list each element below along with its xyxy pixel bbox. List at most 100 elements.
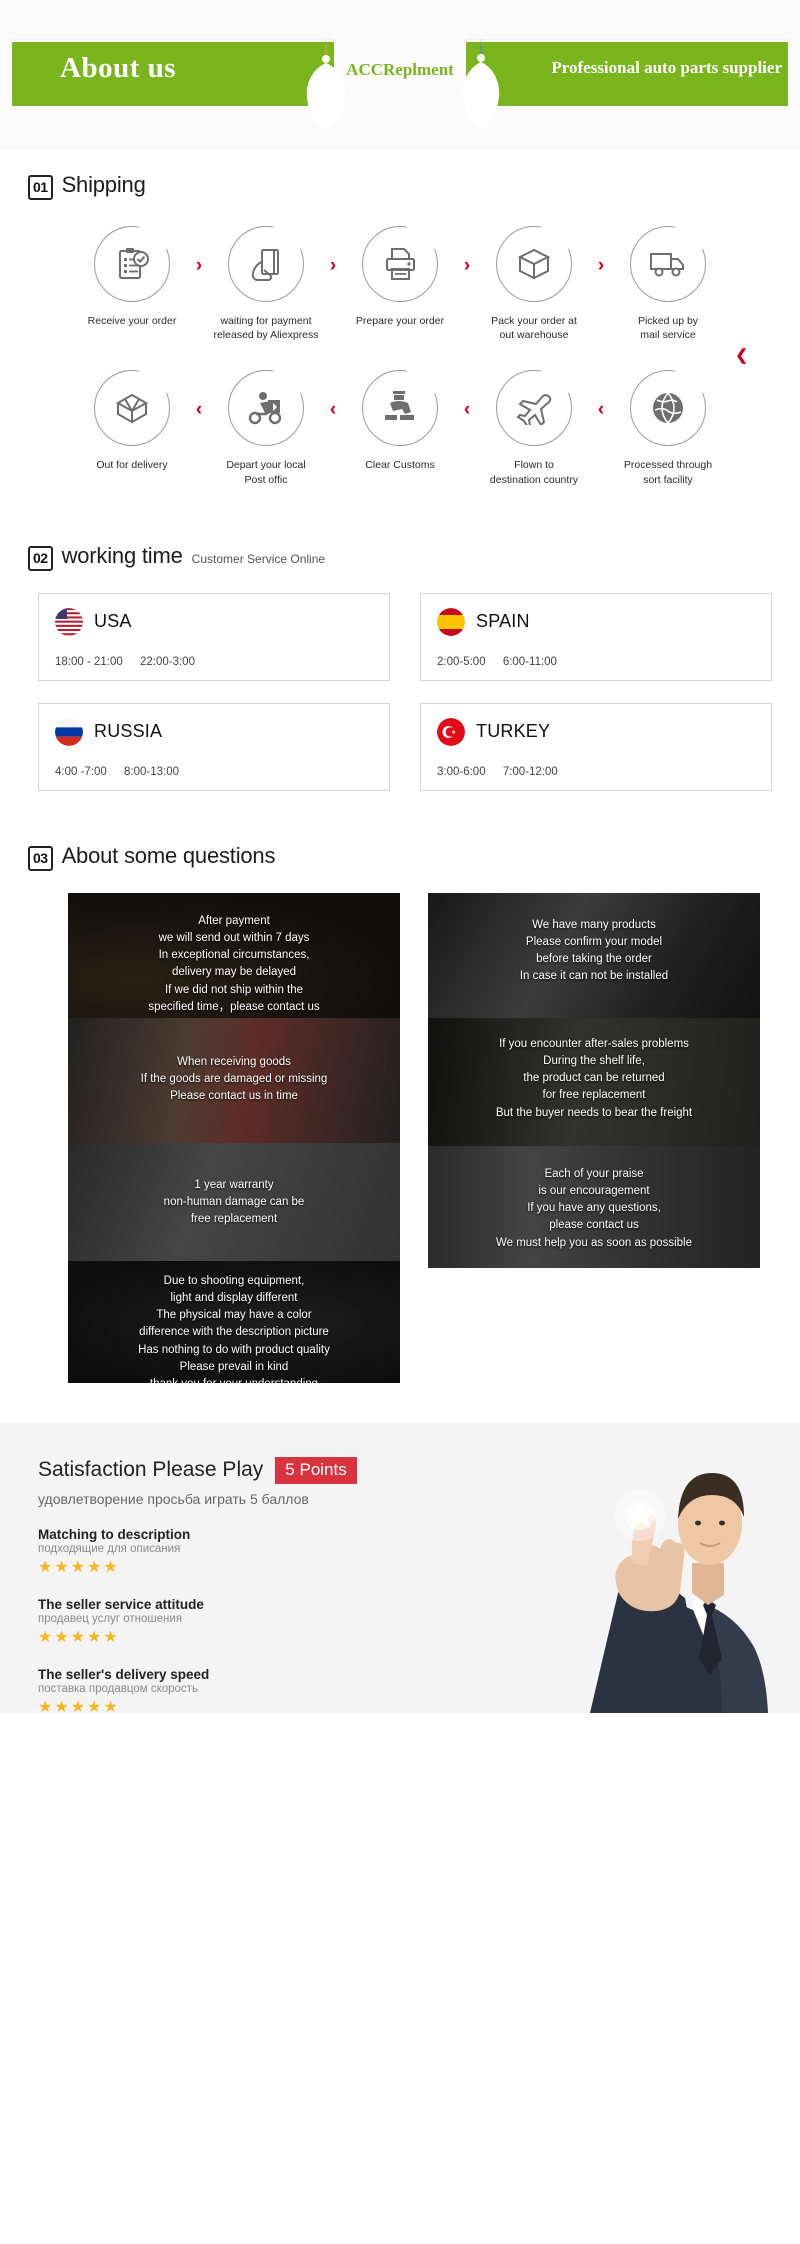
- faq-card: Due to shooting equipment, light and dis…: [68, 1260, 400, 1383]
- step-label: Out for delivery: [96, 459, 168, 472]
- faq-columns: After payment we will send out within 7 …: [0, 871, 800, 1383]
- step-circle: [496, 370, 572, 447]
- country-name: TURKEY: [476, 721, 551, 742]
- hours-slot: 18:00 - 21:00: [55, 655, 123, 668]
- working-time-heading: 02 working time Customer Service Online: [0, 543, 800, 571]
- product-description-page: About us Professional auto parts supplie…: [0, 0, 800, 1713]
- faq-card-text: Due to shooting equipment, light and dis…: [138, 1274, 330, 1383]
- rating-row: Matching to description подходящие для о…: [38, 1527, 430, 1577]
- hours-slot: 22:00-3:00: [139, 655, 195, 668]
- satisfaction-title: Satisfaction Please Play: [38, 1458, 264, 1482]
- airplane-icon: [516, 394, 552, 426]
- faq-column-right: We have many products Please confirm you…: [428, 892, 760, 1268]
- shipping-steps-row-2: Out for delivery ‹ Depart your local Pos…: [0, 370, 800, 486]
- rating-row: The seller's delivery speed поставка про…: [38, 1667, 430, 1713]
- shipping-step: waiting for payment released by Aliexpre…: [210, 226, 322, 342]
- rating-label-en: The seller's delivery speed: [38, 1667, 210, 1683]
- working-time-card-usa: USA 18:00 - 21:00 22:00-3:00: [38, 592, 390, 681]
- working-hours: 4:00 -7:00 8:00-13:00: [55, 766, 373, 778]
- hand-card-icon: [251, 249, 279, 281]
- page-header: About us Professional auto parts supplie…: [0, 0, 800, 150]
- country-name: USA: [94, 611, 132, 632]
- working-hours: 2:00-5:00 6:00-11:00: [437, 656, 755, 668]
- worktime-section-title: working time: [61, 542, 183, 568]
- hours-slot: 4:00 -7:00: [55, 765, 107, 778]
- flow-arrow-right-icon: ›: [329, 255, 337, 276]
- step-circle: [228, 370, 304, 447]
- open-box-icon: [115, 394, 149, 425]
- flag-russia-icon: [55, 717, 83, 746]
- satisfaction-content: Satisfaction Please Play 5 Points удовле…: [0, 1423, 430, 1713]
- clipboard-check-icon: [119, 248, 149, 279]
- rating-label-ru: продавец услуг отношения: [38, 1612, 183, 1625]
- shipping-step: Flown to destination country: [478, 370, 590, 486]
- satisfaction-russian-subtitle: удовлетворение просьба играть 5 баллов: [38, 1490, 309, 1507]
- faq-section-number: 03: [28, 845, 53, 871]
- step-label: Picked up by mail service: [637, 315, 699, 342]
- faq-heading: 03 About some questions: [0, 843, 800, 871]
- faq-card-text: Each of your praise is our encouragement…: [495, 1167, 693, 1249]
- shipping-step: Picked up by mail service: [612, 226, 724, 342]
- step-circle: [362, 370, 438, 447]
- shipping-steps-row-1: Receive your order › waiting for payment…: [0, 226, 800, 342]
- rating-row: The seller service attitude продавец усл…: [38, 1597, 430, 1647]
- points-badge: 5 Points: [275, 1456, 357, 1484]
- step-circle: [496, 226, 572, 302]
- hours-slot: 7:00-12:00: [502, 765, 558, 778]
- step-label: Clear Customs: [365, 459, 435, 472]
- shipping-step: Prepare your order: [344, 226, 456, 328]
- flow-arrow-left-icon: ‹: [463, 399, 471, 421]
- step-label: Depart your local Post offic: [226, 459, 306, 486]
- shipping-section-number: 01: [28, 175, 53, 200]
- rating-stars: ★★★★★: [38, 1628, 120, 1646]
- faq-card: Each of your praise is our encouragement…: [428, 1145, 760, 1268]
- rating-label-en: The seller service attitude: [38, 1596, 204, 1612]
- step-label: Pack your order at out warehouse: [491, 315, 577, 342]
- rating-label-en: Matching to description: [38, 1526, 191, 1542]
- working-hours: 18:00 - 21:00 22:00-3:00: [55, 656, 373, 668]
- satisfaction-section: Satisfaction Please Play 5 Points удовле…: [0, 1422, 800, 1713]
- country-name: RUSSIA: [94, 721, 163, 742]
- working-time-card-spain: SPAIN 2:00-5:00 6:00-11:00: [420, 592, 772, 681]
- faq-section-title: About some questions: [61, 842, 276, 868]
- step-circle: [630, 226, 706, 302]
- customs-officer-icon: [385, 391, 414, 421]
- truck-icon: [650, 253, 684, 277]
- step-label: Receive your order: [87, 315, 177, 327]
- dome-right-icon: [452, 38, 510, 130]
- step-circle: [94, 370, 170, 447]
- shipping-section: 01 Shipping Receive your order › waiting…: [0, 150, 800, 487]
- flag-spain-icon: [437, 607, 465, 636]
- working-hours: 3:00-6:00 7:00-12:00: [437, 766, 755, 778]
- flow-arrow-right-icon: ›: [463, 255, 471, 276]
- shipping-step: Processed through sort facility: [612, 370, 724, 486]
- hours-slot: 3:00-6:00: [437, 765, 486, 778]
- country-name: SPAIN: [476, 611, 530, 632]
- page-title: About us: [60, 52, 177, 84]
- rating-label-ru: подходящие для описания: [38, 1542, 181, 1555]
- faq-card: After payment we will send out within 7 …: [68, 892, 400, 1018]
- faq-section: 03 About some questions After payment we…: [0, 791, 800, 1383]
- brand-logo-text: ACCReplment: [346, 60, 454, 79]
- step-label: Prepare your order: [355, 315, 445, 327]
- step-circle: [630, 370, 706, 447]
- step-label: Processed through sort facility: [623, 459, 713, 486]
- dome-left-icon: [296, 38, 356, 130]
- working-time-section: 02 working time Customer Service Online: [0, 487, 800, 791]
- faq-card: If you encounter after-sales problems Du…: [428, 1017, 760, 1146]
- shipping-step: Receive your order: [76, 226, 188, 328]
- working-time-grid: USA 18:00 - 21:00 22:00-3:00 SPAIN 2:00-…: [0, 571, 800, 791]
- hours-slot: 6:00-11:00: [502, 655, 557, 668]
- faq-column-left: After payment we will send out within 7 …: [68, 892, 400, 1383]
- shipping-step: Clear Customs: [344, 370, 456, 472]
- box-icon: [517, 248, 551, 280]
- printer-icon: [386, 248, 415, 280]
- shipping-heading: 01 Shipping: [0, 172, 800, 200]
- rating-stars: ★★★★★: [38, 1699, 120, 1713]
- flag-turkey-icon: [437, 717, 465, 746]
- faq-card-text: 1 year warranty non-human damage can be …: [163, 1178, 305, 1226]
- rating-label-ru: поставка продавцом скорость: [38, 1683, 198, 1696]
- businessman-photo: [470, 1422, 800, 1713]
- faq-card: When receiving goods If the goods are da…: [68, 1017, 400, 1143]
- step-label: Flown to destination country: [489, 459, 579, 486]
